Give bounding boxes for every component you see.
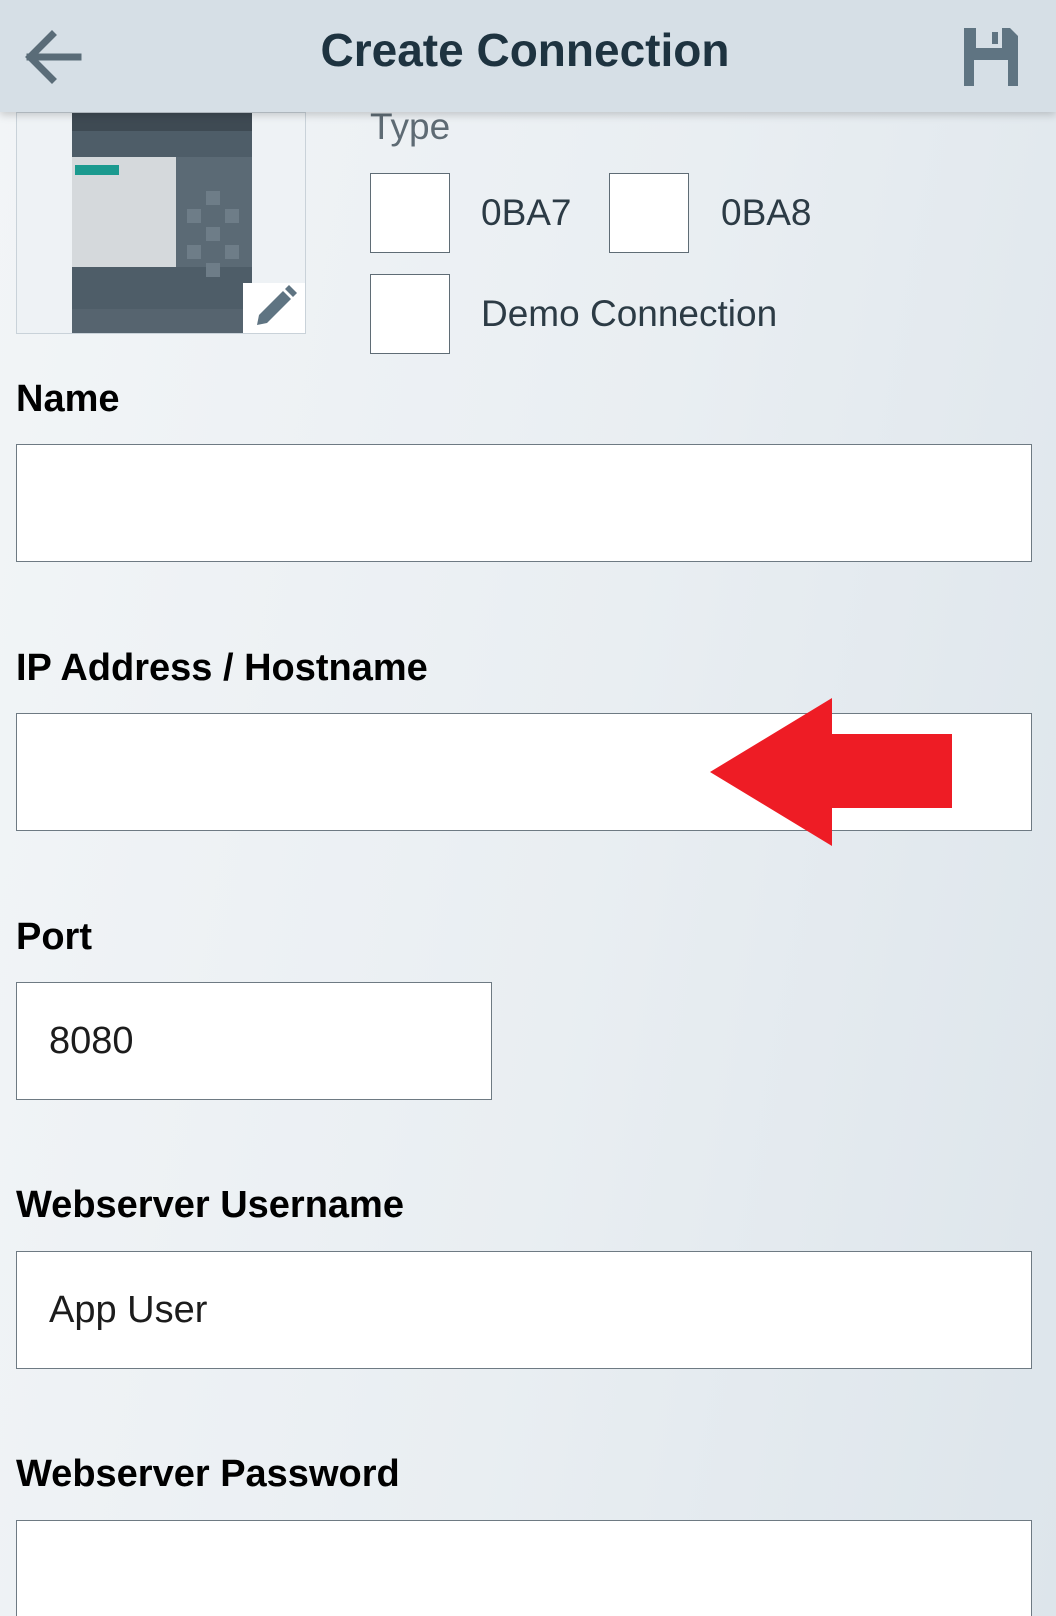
- app-bar: Create Connection: [0, 0, 1056, 112]
- device-image-card: [16, 112, 306, 334]
- checkbox-0ba8[interactable]: [609, 173, 689, 253]
- checkbox-0ba7[interactable]: [370, 173, 450, 253]
- page-title: Create Connection: [320, 24, 730, 76]
- checkbox-0ba7-label: 0BA7: [481, 192, 572, 233]
- password-label: Webserver Password: [16, 1453, 400, 1495]
- port-label: Port: [16, 916, 92, 958]
- ip-address-label: IP Address / Hostname: [16, 647, 428, 689]
- name-input[interactable]: [16, 444, 1032, 562]
- pencil-icon: [257, 285, 297, 325]
- save-button[interactable]: [960, 24, 1022, 90]
- checkbox-0ba8-label: 0BA8: [721, 192, 812, 233]
- back-button[interactable]: [18, 22, 88, 92]
- arrow-left-icon: [25, 30, 82, 84]
- username-label: Webserver Username: [16, 1184, 404, 1226]
- port-input[interactable]: 8080: [16, 982, 492, 1100]
- username-input[interactable]: App User: [16, 1251, 1032, 1369]
- name-label: Name: [16, 378, 120, 420]
- red-arrow-pointer: [710, 698, 952, 846]
- password-input[interactable]: [16, 1520, 1032, 1616]
- edit-image-button[interactable]: [243, 283, 305, 333]
- checkbox-demo-connection[interactable]: [370, 274, 450, 354]
- checkbox-demo-connection-label: Demo Connection: [481, 293, 778, 334]
- floppy-disk-icon: [964, 28, 1018, 86]
